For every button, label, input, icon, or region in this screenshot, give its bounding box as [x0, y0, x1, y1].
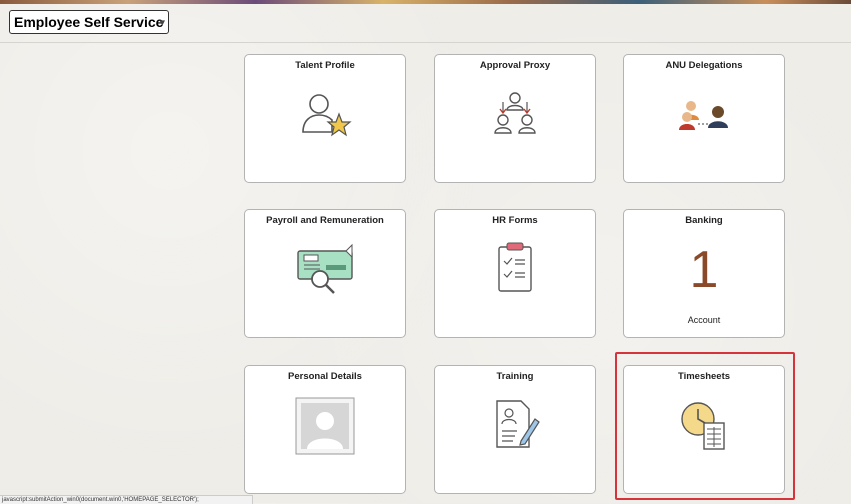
person-star-icon — [245, 83, 405, 143]
tile-label: Approval Proxy — [479, 60, 551, 71]
homepage-selector[interactable]: Employee Self Service ▾ — [9, 10, 169, 34]
document-pencil-icon — [435, 394, 595, 454]
tile-banking[interactable]: Banking 1 Account — [623, 209, 785, 338]
tile-talent-profile[interactable]: Talent Profile — [244, 54, 406, 183]
tile-label: Personal Details — [288, 371, 362, 382]
header-divider — [0, 42, 851, 43]
tile-hr-forms[interactable]: HR Forms — [434, 209, 596, 338]
cheque-magnifier-icon — [245, 238, 405, 298]
tile-anu-delegations[interactable]: ANU Delegations — [623, 54, 785, 183]
tile-label: Banking — [685, 215, 723, 226]
approval-proxy-icon — [435, 83, 595, 143]
profile-photo-placeholder-icon — [245, 396, 405, 456]
tile-label: Training — [496, 371, 534, 382]
chevron-down-icon[interactable]: ▾ — [159, 16, 165, 29]
tile-label: ANU Delegations — [665, 60, 743, 71]
top-banner — [0, 0, 851, 4]
tile-training[interactable]: Training — [434, 365, 596, 494]
tile-approval-proxy[interactable]: Approval Proxy — [434, 54, 596, 183]
page-title: Employee Self Service — [14, 14, 164, 30]
tile-label: Talent Profile — [295, 60, 355, 71]
tile-label: Payroll and Remuneration — [266, 215, 384, 226]
banking-account-count: 1 — [689, 241, 719, 299]
tile-personal-details[interactable]: Personal Details — [244, 365, 406, 494]
clipboard-checklist-icon — [435, 238, 595, 298]
tile-payroll-remuneration[interactable]: Payroll and Remuneration — [244, 209, 406, 338]
tile-highlight-box — [615, 352, 795, 500]
delegation-people-icon — [624, 83, 784, 143]
tile-label: HR Forms — [492, 215, 538, 226]
banking-sublabel: Account — [687, 315, 721, 325]
